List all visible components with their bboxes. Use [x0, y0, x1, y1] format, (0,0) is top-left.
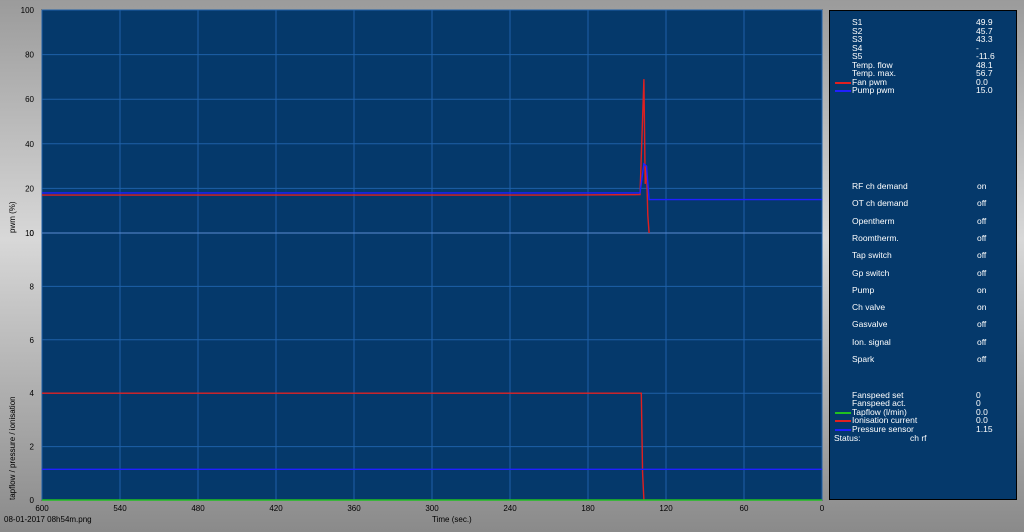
readout-label: Gp switch [852, 267, 890, 278]
readout-value: off [977, 354, 987, 364]
status-row: Status: ch rf [834, 433, 1014, 443]
readout-label: Tap switch [852, 250, 892, 261]
readout-row: Tap switch off [830, 250, 1016, 261]
legend-swatch [835, 90, 851, 92]
status-label: Status: [834, 433, 861, 443]
readout-row: Spark off [830, 354, 1016, 365]
y-tick-label: 4 [30, 389, 35, 398]
x-tick-label: 300 [425, 504, 439, 513]
readout-value: off [977, 232, 987, 243]
x-tick-label: 480 [191, 504, 205, 513]
readout-label: Ion. signal [852, 336, 891, 347]
readout-value: off [977, 250, 987, 261]
x-tick-label: 420 [269, 504, 283, 513]
readout-label: Gasvalve [852, 319, 888, 330]
readout-row: Ion. signal off [830, 337, 1016, 348]
readout-value: 15.0 [976, 85, 993, 95]
readout-row: RF ch demand on [830, 181, 1016, 192]
y-tick-label: 60 [25, 95, 34, 104]
y-axis-label-top: pwm (%) [8, 201, 17, 233]
readout-value: on [977, 284, 987, 295]
y-tick-label: 8 [30, 282, 35, 291]
y-tick-label: 40 [25, 140, 34, 149]
x-tick-label: 0 [820, 504, 825, 513]
readout-value: off [977, 319, 987, 330]
readout-row: Pump pwm 15.0 [830, 86, 1016, 95]
readout-label: Spark [852, 354, 875, 364]
readout-row: Ch valve on [830, 302, 1016, 313]
readout-row: Gasvalve off [830, 319, 1016, 330]
x-tick-label: 120 [659, 504, 673, 513]
legend-swatch [835, 411, 851, 414]
readout-row: Opentherm off [830, 216, 1016, 227]
y-tick-label: 100 [21, 6, 35, 15]
y-tick-label: 0 [30, 496, 35, 505]
readout-label: Pump pwm [852, 85, 895, 95]
status-value: ch rf [910, 433, 927, 443]
readout-label: OT ch demand [852, 198, 909, 209]
readout-label: Pump [852, 284, 875, 295]
y-tick-label: 6 [30, 336, 35, 345]
readout-row: Pump on [830, 285, 1016, 296]
readout-label: Opentherm [852, 215, 895, 226]
readout-label: Roomtherm. [852, 232, 899, 243]
readout-row: OT ch demand off [830, 198, 1016, 209]
x-axis-label: Time (sec.) [432, 515, 472, 524]
readout-row: Gp switch off [830, 268, 1016, 279]
y-tick-label: 2 [30, 443, 35, 452]
file-name: 08-01-2017 08h54m.png [4, 515, 92, 524]
y-axis-label-bottom: tapflow / pressure / ionisation [8, 396, 17, 500]
legend-swatch [835, 81, 851, 84]
y-tick-label: 10 [25, 229, 34, 238]
x-tick-label: 240 [503, 504, 517, 513]
readout-value: off [977, 336, 987, 347]
readout-value: on [977, 302, 987, 313]
y-tick-label: 20 [25, 184, 34, 193]
legend-swatch [835, 428, 851, 431]
legend-panel: S1 49.9 S2 45.7 S3 43.3 S4- S5 -11.6 Temp. flow 48… [829, 10, 1017, 500]
x-tick-label: 180 [581, 504, 595, 513]
readout-value: off [977, 267, 987, 278]
readout-value: on [977, 181, 987, 191]
readout-label: Ch valve [852, 302, 886, 313]
readout-label: RF ch demand [852, 181, 908, 191]
readout-value: off [977, 198, 987, 209]
x-tick-label: 60 [740, 504, 749, 513]
legend-swatch [835, 420, 851, 423]
x-tick-label: 540 [113, 504, 127, 513]
x-tick-label: 600 [35, 504, 49, 513]
readout-row: Roomtherm. off [830, 233, 1016, 244]
readout-value: off [977, 215, 987, 226]
y-tick-label: 80 [25, 51, 34, 60]
x-tick-label: 360 [347, 504, 361, 513]
